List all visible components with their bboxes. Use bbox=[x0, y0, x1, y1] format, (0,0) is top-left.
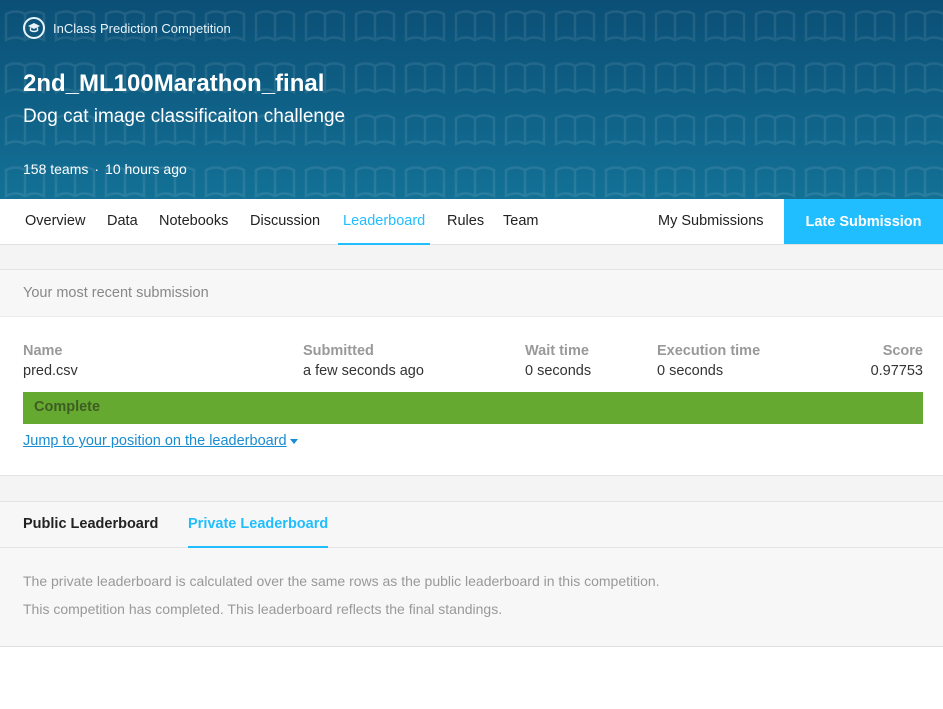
submission-status-bar: Complete bbox=[23, 392, 923, 424]
private-leaderboard-note: The private leaderboard is calculated ov… bbox=[23, 573, 660, 589]
recent-submission-card: Your most recent submission Name pred.cs… bbox=[0, 269, 943, 476]
caret-down-icon[interactable] bbox=[289, 438, 298, 444]
tab-team[interactable]: Team bbox=[503, 199, 538, 245]
team-count: 158 teams bbox=[23, 161, 89, 177]
tab-overview[interactable]: Overview bbox=[25, 199, 85, 245]
competition-meta: 158 teams · 10 hours ago bbox=[23, 161, 187, 177]
leaderboard-notes: The private leaderboard is calculated ov… bbox=[0, 548, 943, 647]
graduation-cap-icon bbox=[23, 17, 45, 39]
wait-time-label: Wait time bbox=[525, 343, 589, 359]
tab-leaderboard[interactable]: Leaderboard bbox=[338, 199, 431, 245]
my-submissions-link[interactable]: My Submissions bbox=[658, 199, 764, 245]
tab-rules[interactable]: Rules bbox=[447, 199, 484, 245]
late-submission-button[interactable]: Late Submission bbox=[784, 199, 943, 244]
section-spacer bbox=[0, 476, 943, 501]
jump-to-position-link[interactable]: Jump to your position on the leaderboard bbox=[23, 433, 298, 449]
jump-link-label[interactable]: Jump to your position on the leaderboard bbox=[23, 433, 287, 449]
tab-data[interactable]: Data bbox=[107, 199, 138, 245]
competition-header: InClass Prediction Competition 2nd_ML100… bbox=[0, 0, 943, 199]
name-label: Name bbox=[23, 343, 63, 359]
submitted-value: a few seconds ago bbox=[303, 363, 424, 379]
leaderboard-tabs: Public Leaderboard Private Leaderboard bbox=[0, 501, 943, 548]
tab-private-leaderboard[interactable]: Private Leaderboard bbox=[188, 502, 329, 548]
submitted-label: Submitted bbox=[303, 343, 374, 359]
competition-subtitle: Dog cat image classificaiton challenge bbox=[23, 106, 346, 127]
tab-notebooks[interactable]: Notebooks bbox=[159, 199, 228, 245]
competition-completed-note: This competition has completed. This lea… bbox=[23, 601, 503, 617]
score-value: 0.97753 bbox=[870, 363, 923, 379]
recent-submission-heading: Your most recent submission bbox=[0, 270, 943, 317]
tab-discussion[interactable]: Discussion bbox=[250, 199, 320, 245]
wait-time-value: 0 seconds bbox=[525, 363, 592, 379]
section-spacer bbox=[0, 245, 943, 269]
tab-public-leaderboard[interactable]: Public Leaderboard bbox=[23, 502, 158, 548]
time-ago: 10 hours ago bbox=[105, 161, 187, 177]
competition-type-badge: InClass Prediction Competition bbox=[23, 17, 231, 39]
execution-time-label: Execution time bbox=[657, 343, 761, 359]
execution-time-value: 0 seconds bbox=[657, 363, 724, 379]
score-label: Score bbox=[882, 343, 923, 359]
competition-type-label: InClass Prediction Competition bbox=[53, 20, 231, 36]
name-value: pred.csv bbox=[23, 363, 78, 379]
meta-separator: · bbox=[94, 161, 100, 177]
competition-nav: Overview Data Notebooks Discussion Leade… bbox=[0, 199, 943, 245]
competition-title: 2nd_ML100Marathon_final bbox=[23, 70, 325, 97]
